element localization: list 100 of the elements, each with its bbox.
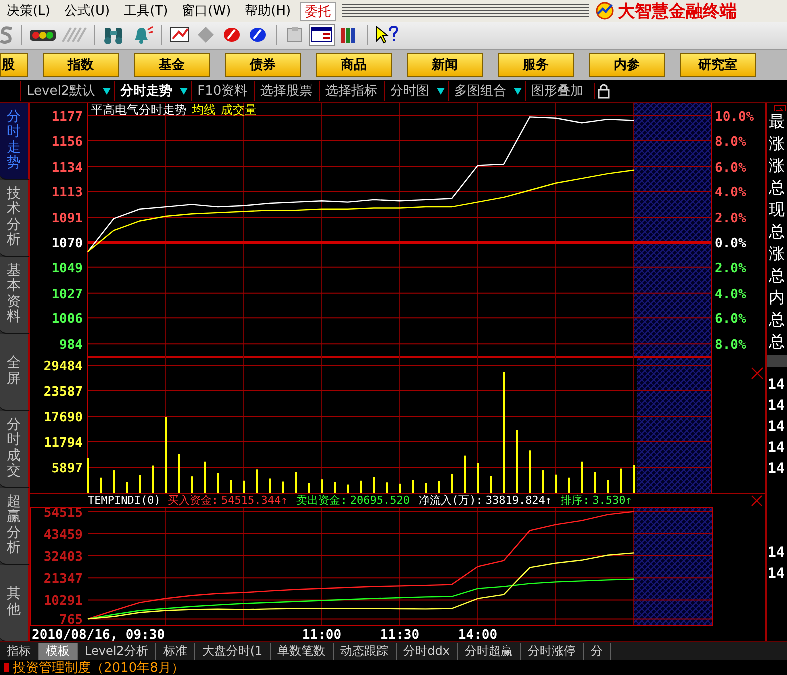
- bottom-tab[interactable]: 模板: [39, 642, 78, 660]
- status-text: 投资管理制度（2010年8月）: [13, 660, 184, 675]
- price-tick-label: 1027: [52, 287, 83, 302]
- indicator-label: 净流入(万):: [418, 492, 483, 508]
- indicator-label: 买入资金:: [168, 492, 218, 508]
- info-label: 内: [768, 287, 786, 310]
- percent-tick-label: 4.0%: [715, 287, 746, 302]
- volume-tick-label: 23587: [44, 384, 83, 400]
- trade-time: 14: [767, 440, 786, 456]
- legend-label: 均线: [192, 102, 216, 117]
- caret-icon[interactable]: [436, 86, 446, 96]
- percent-tick-label: 2.0%: [715, 261, 746, 276]
- percent-tick-label: 4.0%: [715, 185, 746, 200]
- flow-tick-label: 10291: [44, 594, 83, 609]
- caret-icon[interactable]: [178, 86, 189, 96]
- percent-tick-label: 8.0%: [715, 338, 746, 353]
- info-label: 最: [768, 111, 786, 134]
- price-tick-label: 984: [60, 338, 83, 353]
- indicator-value: 54515.344↑: [221, 494, 288, 507]
- chart-note-icon[interactable]: [169, 25, 191, 46]
- trade-time: 14: [767, 460, 786, 477]
- s-icon[interactable]: [0, 25, 14, 46]
- nav-button[interactable]: 商品: [316, 52, 392, 77]
- close-icon[interactable]: [751, 367, 764, 380]
- info-label: 总: [768, 265, 786, 288]
- info-label: 总: [768, 309, 786, 332]
- trade-time: 14: [767, 544, 786, 561]
- nav-button[interactable]: 新闻: [407, 52, 483, 77]
- percent-tick-label: 6.0%: [715, 312, 746, 327]
- indicator-value: 33819.824↑: [486, 494, 552, 507]
- help-cursor-icon[interactable]: [375, 25, 399, 46]
- nav-button[interactable]: 服务: [498, 52, 574, 77]
- percent-tick-label: 2.0%: [715, 211, 746, 226]
- indicator-name: TEMPINDI(0): [88, 494, 161, 507]
- price-tick-label: 1049: [52, 261, 83, 276]
- percent-tick-label: 6.0%: [715, 160, 746, 176]
- percent-tick-label: 8.0%: [715, 134, 746, 150]
- volume-tick-label: 5897: [52, 461, 83, 476]
- time-tick-label: 11:00: [302, 628, 342, 642]
- expand-icon[interactable]: [774, 104, 786, 112]
- side-tab[interactable]: 其他: [0, 564, 30, 642]
- logo-icon: [595, 2, 615, 20]
- indicator-label: 卖出资金:: [296, 492, 348, 508]
- price-tick-label: 1113: [52, 185, 83, 200]
- indicator-value: 3.530↑: [592, 494, 632, 507]
- volume-tick-label: 11794: [44, 436, 83, 451]
- menu-item[interactable]: 帮助(H): [238, 2, 298, 20]
- nav-button[interactable]: 内参: [589, 52, 665, 77]
- side-tab[interactable]: 分时成交: [0, 410, 30, 488]
- close-icon[interactable]: [751, 494, 763, 507]
- caret-icon[interactable]: [512, 86, 523, 96]
- percent-tick-label: 10.0%: [715, 110, 754, 125]
- price-tick-label: 1156: [52, 134, 83, 150]
- nav-button[interactable]: 股: [0, 52, 28, 77]
- time-tick-label: 2010/08/16, 09:30: [32, 628, 166, 642]
- indicator-value: 20695.520: [350, 494, 410, 507]
- trade-time: 14: [767, 566, 786, 582]
- nav-button[interactable]: 指数: [43, 52, 119, 77]
- price-tick-label: 1177: [52, 110, 83, 125]
- info-label: 总: [768, 331, 786, 354]
- side-tab[interactable]: 基本资料: [0, 256, 30, 334]
- side-tab[interactable]: 超赢分析: [0, 488, 30, 565]
- time-tick-label: 11:30: [380, 628, 420, 642]
- info-label: 涨: [768, 155, 786, 178]
- trade-button[interactable]: 委托: [300, 2, 336, 20]
- percent-tick-label: 0.0%: [715, 236, 746, 252]
- flow-tick-label: 32403: [44, 550, 83, 565]
- nav-button[interactable]: 基金: [134, 52, 210, 77]
- price-tick-label: 1006: [52, 312, 83, 327]
- trade-time: 14: [767, 398, 786, 414]
- flow-tick-label: 43459: [44, 528, 83, 543]
- window-layout-icon[interactable]: [310, 25, 334, 46]
- flow-tick-label: 765: [60, 613, 83, 628]
- volume-tick-label: 17690: [44, 410, 83, 426]
- flow-tick-label: 21347: [44, 572, 83, 587]
- price-tick-label: 1134: [52, 160, 83, 176]
- info-label: 总: [768, 177, 786, 200]
- trade-time: 14: [767, 418, 786, 435]
- menu-item[interactable]: 窗口(W): [175, 2, 238, 20]
- info-label: 现: [768, 199, 786, 222]
- legend-label: 成交量: [221, 102, 257, 117]
- lock-icon[interactable]: [594, 82, 611, 99]
- side-tab[interactable]: 技术分析: [0, 180, 30, 257]
- price-tick-label: 1070: [52, 236, 83, 252]
- time-tick-label: 14:00: [458, 628, 498, 642]
- side-tab[interactable]: 分时走势: [0, 102, 30, 180]
- volume-tick-label: 29484: [44, 359, 83, 374]
- info-label: 总: [768, 221, 786, 244]
- menu-item[interactable]: 公式(U): [57, 2, 118, 20]
- nav-button[interactable]: 债券: [225, 52, 301, 77]
- price-tick-label: 1091: [52, 211, 83, 226]
- menu-item[interactable]: 决策(L): [0, 2, 58, 20]
- nav-button[interactable]: 研究室: [680, 52, 756, 77]
- side-tab[interactable]: 全屏: [0, 334, 30, 411]
- indicator-label: 排序:: [561, 492, 590, 508]
- caret-icon[interactable]: [102, 86, 112, 96]
- menu-item[interactable]: 工具(T): [117, 2, 176, 20]
- info-label: 涨: [768, 133, 786, 156]
- brand-title: 大智慧金融终端: [618, 0, 737, 22]
- chart-title: 平高电气分时走势: [91, 102, 187, 117]
